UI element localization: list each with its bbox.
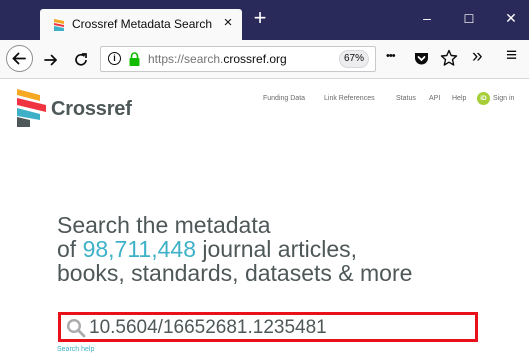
search-help-link[interactable]: Search help [57,346,94,353]
nav-link-api[interactable]: API [429,95,440,102]
minimize-icon[interactable]: – [417,10,437,26]
crossref-logo-icon[interactable] [16,86,50,128]
hero-line-1: Search the metadata [57,212,271,238]
search-input[interactable]: 10.5604/16652681.1235481 [58,312,478,342]
maximize-icon[interactable]: ☐ [459,12,479,26]
hero-line-2-suffix: journal articles, [195,236,358,262]
pocket-icon[interactable] [413,50,430,67]
url-bar[interactable]: i https://search.crossref.org [100,46,376,72]
tab-close-icon[interactable]: × [220,14,236,31]
zoom-indicator[interactable]: 67% [339,50,369,68]
browser-navbar: i https://search.crossref.org ••• » ≡ [0,40,529,79]
back-icon [12,52,26,65]
crossref-favicon-icon [54,19,64,31]
nav-link-link-references[interactable]: Link References [324,95,375,102]
hero-line-3: books, standards, datasets & more [57,260,413,286]
nav-link-funding-data[interactable]: Funding Data [263,95,305,102]
star-icon[interactable] [440,49,458,67]
url-domain: crossref.org [223,52,287,66]
logo-text[interactable]: Crossref [51,98,132,121]
hero-line-2: of 98,711,448 journal articles, [57,237,357,262]
lock-icon[interactable] [129,52,140,66]
search-icon [66,318,86,338]
record-count: 98,711,448 [82,236,196,262]
nav-link-status[interactable]: Status [396,95,416,102]
new-tab-icon[interactable]: + [249,7,271,29]
overflow-icon[interactable]: » [472,46,483,68]
hero-line-2-prefix: of [57,236,83,262]
forward-icon[interactable] [42,51,60,69]
menu-icon[interactable]: ≡ [506,45,517,67]
back-button[interactable] [6,45,33,72]
reload-icon[interactable] [72,51,90,69]
url-text[interactable]: https://search.crossref.org [148,52,287,66]
search-query[interactable]: 10.5604/16652681.1235481 [89,317,327,339]
sign-in-link[interactable]: Sign in [493,95,514,102]
browser-titlebar: Crossref Metadata Search × + – ☐ ✕ [0,0,529,40]
url-prefix: https://search. [148,52,224,66]
orcid-icon[interactable]: iD [477,92,490,105]
close-window-icon[interactable]: ✕ [501,10,521,27]
info-icon[interactable]: i [108,52,121,65]
more-icon[interactable]: ••• [386,50,396,62]
nav-link-help[interactable]: Help [452,95,466,102]
browser-tab[interactable]: Crossref Metadata Search × [40,9,242,40]
tab-title: Crossref Metadata Search [72,17,213,31]
